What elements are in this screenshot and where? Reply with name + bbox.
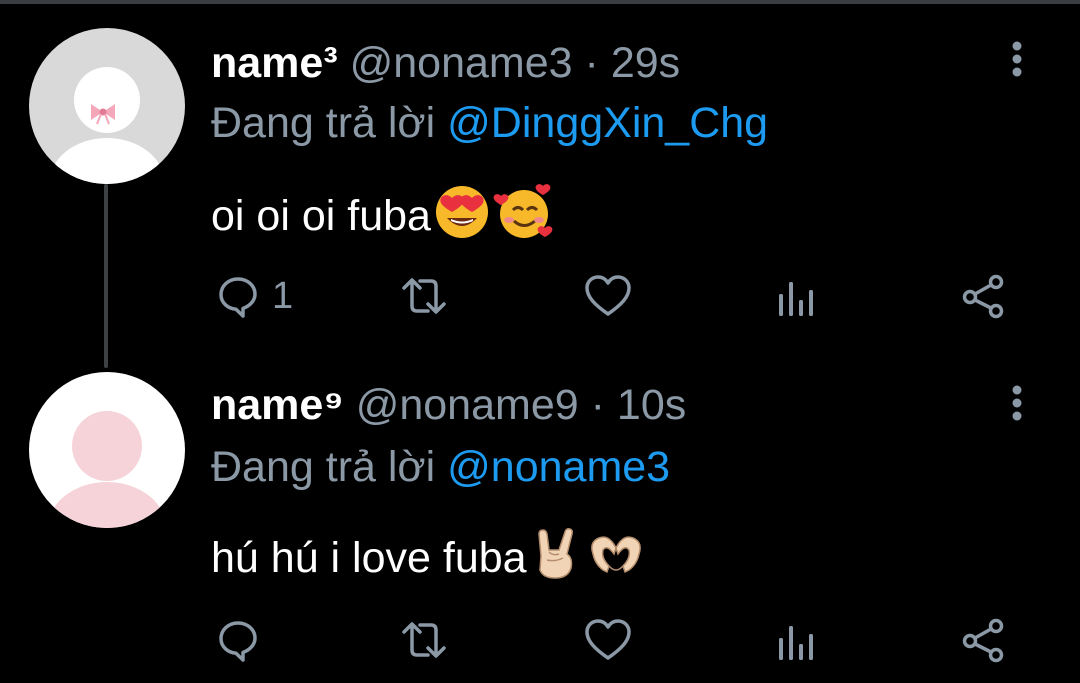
more-options-button[interactable] [1004,384,1030,428]
avatar[interactable] [29,372,185,528]
retweet-icon [402,622,446,658]
tweet-text-content: oi oi oi fuba [211,192,431,240]
top-divider [0,0,1080,4]
more-vertical-icon [1012,41,1022,77]
default-avatar-with-pink-bow-icon [29,28,185,184]
display-name[interactable]: name⁹ [211,381,344,429]
timestamp[interactable]: 29s [611,39,680,87]
reply-icon [219,277,257,318]
more-vertical-icon [1012,385,1022,421]
like-button[interactable] [583,612,633,668]
tweet-text: hú hú i love fuba [211,526,647,593]
like-button[interactable] [583,268,633,324]
replying-to-line: Đang trả lời @noname3 [211,442,670,492]
separator-dot: · [584,39,599,87]
display-name[interactable]: name³ [211,39,338,87]
share-button[interactable] [960,612,1008,668]
replying-to-mention[interactable]: @DinggXin_Chg [447,99,768,147]
default-avatar-pink-icon [29,372,185,528]
share-icon [962,618,1004,663]
retweet-icon [402,278,446,314]
reply-icon [219,621,257,662]
separator-dot: · [590,381,605,429]
share-icon [962,274,1004,319]
tweet-header: name³ @noname3 · 29s [211,38,680,88]
username-handle[interactable]: @noname3 [350,39,573,87]
smiling-face-with-heart-eyes-icon [433,182,491,251]
tweet-header: name⁹ @noname9 · 10s [211,380,686,430]
heart-hands-icon [585,526,647,593]
replying-to-label: Đang trả lời [211,99,436,147]
tweet-actions: 1 [0,268,1080,328]
share-button[interactable] [960,268,1008,324]
timestamp[interactable]: 10s [617,381,686,429]
analytics-button[interactable] [776,612,818,668]
replying-to-mention[interactable]: @noname3 [447,443,670,491]
tweet-text-content: hú hú i love fuba [211,534,527,582]
reply-count: 1 [272,275,294,317]
reply-button[interactable]: 1 [214,268,293,324]
more-options-button[interactable] [1004,40,1030,84]
analytics-button[interactable] [776,268,818,324]
reply-button[interactable] [214,612,272,668]
replying-to-line: Đang trả lời @DinggXin_Chg [211,98,768,148]
like-icon [585,275,631,316]
replying-to-label: Đang trả lời [211,443,436,491]
tweet-text: oi oi oi fuba [211,182,555,251]
smiling-face-with-hearts-icon [493,182,555,251]
retweet-button[interactable] [398,612,450,668]
analytics-icon [779,282,813,316]
like-icon [585,619,631,660]
analytics-icon [779,626,813,660]
sign-of-the-horns-icon [529,526,583,593]
username-handle[interactable]: @noname9 [356,381,579,429]
avatar[interactable] [29,28,185,184]
retweet-button[interactable] [398,268,450,324]
tweet-actions [0,612,1080,672]
